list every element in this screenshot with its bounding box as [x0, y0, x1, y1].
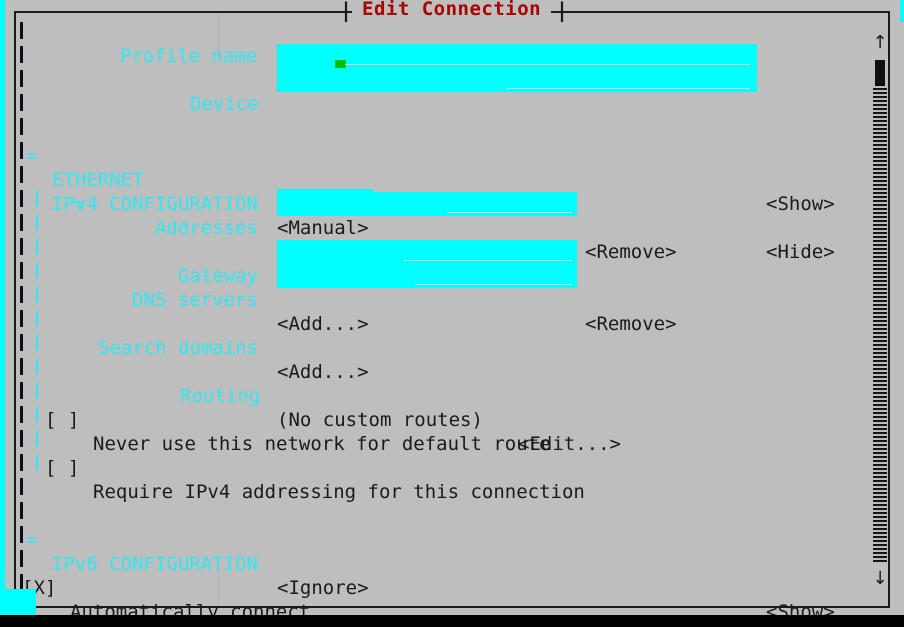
require-ipv4-checkbox-row[interactable]: [ ] Require IPv4 addressing for this con… — [0, 432, 585, 503]
search-domains-add-button[interactable]: <Add...> — [277, 360, 369, 384]
gateway-label: Gateway — [178, 265, 259, 287]
section-ipv6[interactable]: = IPv6 CONFIGURATION <Ignore> <Show> — [0, 504, 835, 623]
addresses-add-row: <Add...> — [0, 216, 369, 263]
require-ipv4-label: Require IPv4 addressing for this connect… — [93, 481, 585, 503]
scroll-up-arrow[interactable]: ↑ — [872, 34, 888, 52]
terminal-screen: | Edit Connection | Profile name ens33 D… — [0, 0, 904, 627]
title-right-pipe: | — [556, 0, 569, 22]
routing-row: Routing (No custom routes) <Edit...> — [0, 360, 621, 455]
never-default-route-checkbox-row[interactable]: [ ] Never use this network for default r… — [0, 384, 551, 455]
device-row: Device — [0, 68, 259, 115]
automatically-connect-row[interactable]: [X] Automatically connect — [0, 552, 310, 623]
scroll-down-arrow[interactable]: ↓ — [872, 570, 888, 588]
ethernet-show-button[interactable]: <Show> — [766, 192, 835, 216]
addresses-label: Addresses — [155, 217, 258, 239]
addresses-field-underline — [447, 212, 572, 213]
ipv4-config-label: IPv4 CONFIGURATION — [52, 193, 258, 215]
ipv6-expand-marker[interactable]: = — [26, 528, 37, 552]
device-label: Device — [190, 93, 259, 115]
never-default-route-label: Never use this network for default route — [93, 433, 551, 455]
dns-servers-add-button[interactable]: <Add...> — [277, 312, 369, 336]
terminal-bottom-edge — [0, 615, 904, 627]
scrollbar-thumb[interactable] — [875, 60, 885, 86]
ipv4-mode-select[interactable]: <Manual> — [277, 216, 369, 240]
gateway-row: Gateway — [0, 240, 258, 287]
terminal-bottom-left-corner — [0, 589, 14, 615]
dns-servers-remove-button[interactable]: <Remove> — [585, 312, 677, 336]
dns-servers-label: DNS servers — [132, 289, 258, 311]
device-field-underline — [507, 88, 750, 89]
ipv6-config-label: IPv6 CONFIGURATION — [52, 553, 258, 575]
section-ethernet[interactable]: = ETHERNET <Show> — [0, 120, 835, 215]
never-default-route-checkbox[interactable]: [ ] — [45, 408, 79, 432]
gateway-field-underline — [404, 260, 572, 261]
profile-name-field-underline — [345, 64, 750, 65]
require-ipv4-checkbox[interactable]: [ ] — [45, 456, 79, 480]
profile-name-label: Profile name — [120, 45, 258, 67]
title-left-pipe: | — [340, 0, 353, 22]
ipv6-mode-select[interactable]: <Ignore> — [277, 576, 369, 600]
routing-label: Routing — [180, 385, 261, 407]
terminal-top-right-edge — [900, 0, 904, 22]
profile-name-row: Profile name — [0, 20, 257, 67]
addresses-remove-button[interactable]: <Remove> — [585, 240, 677, 264]
routing-value: (No custom routes) — [277, 409, 483, 431]
ipv4-config-row: IPv4 CONFIGURATION <Manual> <Hide> — [0, 168, 835, 263]
dns-servers-field-underline — [415, 284, 572, 285]
ethernet-expand-marker[interactable]: = — [26, 144, 37, 168]
scrollbar[interactable]: ↑ ↓ — [872, 22, 888, 592]
page-title: Edit Connection — [352, 0, 552, 21]
addresses-row: Addresses <Remove> — [0, 192, 677, 263]
scrollbar-track[interactable] — [873, 88, 887, 562]
search-domains-row: Search domains <Add...> — [0, 312, 369, 383]
dns-servers-row: DNS servers <Remove> — [0, 264, 677, 335]
ipv4-hide-button[interactable]: <Hide> — [766, 240, 835, 264]
search-domains-label: Search domains — [98, 337, 259, 359]
dns-servers-add-row: <Add...> — [0, 288, 369, 335]
